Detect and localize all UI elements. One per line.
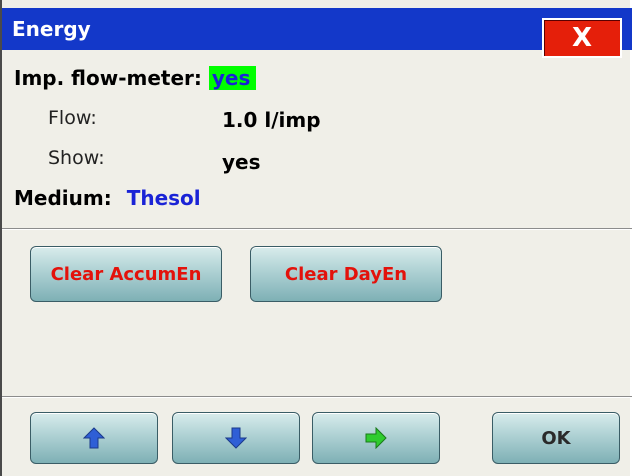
medium-label: Medium: [14, 186, 112, 210]
arrow-down-icon [225, 427, 247, 449]
energy-window: Energy X Imp. flow-meter: yes Flow: 1.0 … [0, 0, 632, 476]
flow-value[interactable]: 1.0 l/imp [222, 108, 321, 132]
clear-day-button[interactable]: Clear DayEn [250, 246, 442, 302]
show-value[interactable]: yes [222, 150, 261, 174]
arrow-up-icon [83, 427, 105, 449]
right-button[interactable] [312, 412, 440, 464]
imp-flow-label: Imp. flow-meter: [14, 66, 202, 90]
down-button[interactable] [172, 412, 300, 464]
medium-value[interactable]: Thesol [127, 186, 201, 210]
up-button[interactable] [30, 412, 158, 464]
clear-day-label: Clear DayEn [284, 263, 408, 285]
flow-label-row: Flow: [48, 105, 97, 129]
flow-label: Flow: [48, 107, 97, 129]
title-bar: Energy X [2, 8, 632, 58]
window-title: Energy [12, 17, 91, 41]
clear-accum-label: Clear AccumEn [50, 263, 202, 285]
show-label: Show: [48, 147, 105, 169]
imp-flow-row: Imp. flow-meter: yes [14, 66, 257, 90]
ok-button[interactable]: OK [492, 412, 620, 464]
close-button[interactable]: X [542, 18, 622, 58]
imp-flow-value[interactable]: yes [208, 66, 257, 90]
medium-row: Medium: Thesol [14, 186, 201, 210]
show-label-row: Show: [48, 145, 105, 169]
divider-bottom [2, 396, 632, 398]
ok-label: OK [541, 427, 571, 449]
divider-top [2, 228, 632, 230]
arrow-right-icon [365, 427, 387, 449]
clear-accum-button[interactable]: Clear AccumEn [30, 246, 222, 302]
close-icon: X [571, 23, 593, 53]
